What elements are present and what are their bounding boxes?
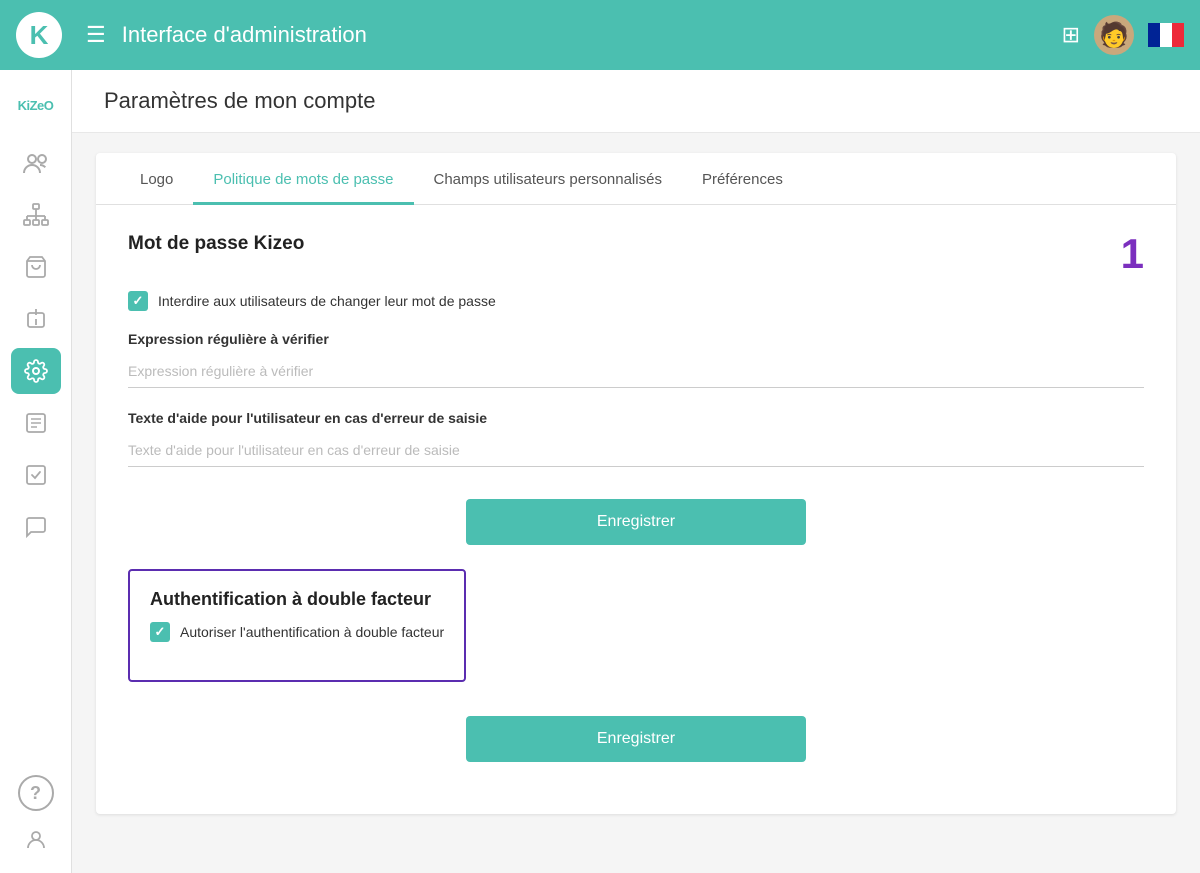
check-icon-tfa: ✓	[155, 624, 166, 640]
avatar-face: 🧑	[1099, 21, 1129, 50]
sidebar-item-basket[interactable]	[11, 244, 61, 290]
sidebar-item-chat[interactable]	[11, 504, 61, 550]
app-logo: K	[16, 12, 62, 58]
kizeo-brand: KiZeO	[18, 98, 54, 113]
tfa-box: Authentification à double facteur ✓ Auto…	[128, 569, 466, 682]
password-section-title: Mot de passe Kizeo	[128, 233, 304, 255]
avatar[interactable]: 🧑	[1094, 15, 1134, 55]
save-button-password[interactable]: Enregistrer	[466, 499, 806, 545]
checkbox-password[interactable]: ✓	[128, 291, 148, 311]
language-flag[interactable]	[1148, 23, 1184, 47]
regex-label: Expression régulière à vérifier	[128, 331, 1144, 347]
page-title: Paramètres de mon compte	[104, 88, 1168, 114]
hamburger-icon[interactable]: ☰	[86, 22, 106, 48]
checkbox-password-label: Interdire aux utilisateurs de changer le…	[158, 293, 496, 309]
checkbox-row-password: ✓ Interdire aux utilisateurs de changer …	[128, 291, 1144, 311]
header-title: Interface d'administration	[122, 22, 1046, 48]
checkbox-row-tfa: ✓ Autoriser l'authentification à double …	[150, 622, 444, 642]
sidebar-item-help[interactable]: ?	[18, 775, 54, 811]
tab-custom-fields[interactable]: Champs utilisateurs personnalisés	[414, 153, 682, 205]
sidebar-item-settings[interactable]	[11, 348, 61, 394]
sidebar-logo: KiZeO	[6, 80, 66, 130]
sidebar: KiZeO	[0, 70, 72, 873]
check-icon: ✓	[133, 293, 144, 309]
tab-logo[interactable]: Logo	[120, 153, 193, 205]
tfa-section-title: Authentification à double facteur	[150, 589, 444, 610]
help-label: Texte d'aide pour l'utilisateur en cas d…	[128, 410, 1144, 426]
header-actions: ⊞ 🧑	[1062, 15, 1184, 55]
tab-password[interactable]: Politique de mots de passe	[193, 153, 413, 205]
sidebar-bottom: ?	[11, 775, 61, 863]
save-button-tfa[interactable]: Enregistrer	[466, 716, 806, 762]
main-layout: KiZeO	[0, 70, 1200, 873]
tabs: Logo Politique de mots de passe Champs u…	[96, 153, 1176, 205]
main-card: Logo Politique de mots de passe Champs u…	[96, 153, 1176, 814]
sidebar-item-network[interactable]	[11, 192, 61, 238]
tab-preferences[interactable]: Préférences	[682, 153, 803, 205]
grid-icon[interactable]: ⊞	[1062, 22, 1080, 48]
checkbox-tfa-label: Autoriser l'authentification à double fa…	[180, 624, 444, 640]
section-number: 1	[1121, 233, 1144, 275]
top-header: K ☰ Interface d'administration ⊞ 🧑	[0, 0, 1200, 70]
content-area: Paramètres de mon compte Logo Politique …	[72, 70, 1200, 873]
sidebar-item-plugin[interactable]	[11, 296, 61, 342]
sidebar-item-users[interactable]	[11, 140, 61, 186]
card-content: Mot de passe Kizeo 1 ✓ Interdire aux uti…	[96, 205, 1176, 814]
page-title-bar: Paramètres de mon compte	[72, 70, 1200, 133]
checkbox-tfa[interactable]: ✓	[150, 622, 170, 642]
sidebar-item-tasks[interactable]	[11, 452, 61, 498]
sidebar-item-profile[interactable]	[11, 817, 61, 863]
regex-input[interactable]	[128, 355, 1144, 388]
logo-k-letter: K	[30, 20, 49, 51]
sidebar-item-forms[interactable]	[11, 400, 61, 446]
help-input[interactable]	[128, 434, 1144, 467]
